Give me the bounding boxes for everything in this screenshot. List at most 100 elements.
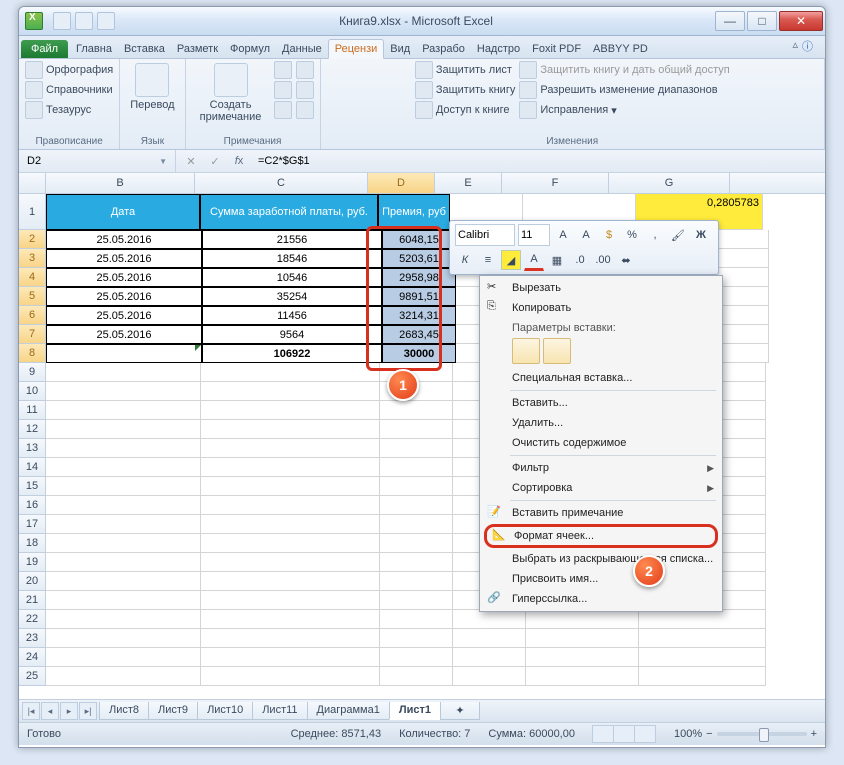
- ctx-copy[interactable]: ⎘Копировать: [482, 298, 720, 318]
- row-header-14[interactable]: 14: [19, 458, 46, 477]
- mini-comma-icon[interactable]: ,: [645, 225, 665, 245]
- tab-formulas[interactable]: Формул: [224, 40, 276, 58]
- cell-b4[interactable]: 25.05.2016: [46, 268, 202, 287]
- zoom-in-icon[interactable]: +: [811, 728, 817, 740]
- cell-b7[interactable]: 25.05.2016: [46, 325, 202, 344]
- row-header-12[interactable]: 12: [19, 420, 46, 439]
- cell-c7[interactable]: 9564: [202, 325, 382, 344]
- formula-input[interactable]: =C2*$G$1: [254, 155, 819, 167]
- qat-save-icon[interactable]: [53, 12, 71, 30]
- cell-c4[interactable]: 10546: [202, 268, 382, 287]
- mini-toolbar[interactable]: A A $ % , 🖌 Ж К ≡ ◢ A ▦ .0 .00 ⬌: [449, 220, 719, 275]
- fx-icon[interactable]: fx: [230, 153, 248, 169]
- ctx-define-name[interactable]: Присвоить имя...: [482, 569, 720, 589]
- ribbon-minimize-icon[interactable]: ▵: [792, 38, 798, 54]
- cell-d8[interactable]: 30000: [382, 344, 456, 363]
- tab-addins[interactable]: Надстро: [471, 40, 526, 58]
- view-layout-icon[interactable]: [613, 725, 635, 743]
- row-header-9[interactable]: 9: [19, 363, 46, 382]
- sheet-tab-Лист8[interactable]: Лист8: [99, 702, 149, 720]
- ctx-filter[interactable]: Фильтр▶: [482, 458, 720, 478]
- row-header-20[interactable]: 20: [19, 572, 46, 591]
- ctx-pick-dropdown[interactable]: Выбрать из раскрывающегося списка...: [482, 549, 720, 569]
- row-header-3[interactable]: 3: [19, 249, 46, 268]
- tab-data[interactable]: Данные: [276, 40, 328, 58]
- mini-inc-decimal-icon[interactable]: .0: [570, 250, 590, 270]
- name-box[interactable]: D2▼: [19, 150, 176, 172]
- tab-review[interactable]: Рецензи: [328, 39, 385, 59]
- row-header-10[interactable]: 10: [19, 382, 46, 401]
- view-normal-icon[interactable]: [592, 725, 614, 743]
- cell-b2[interactable]: 25.05.2016: [46, 230, 202, 249]
- sheet-tab-Диаграмма1[interactable]: Диаграмма1: [307, 702, 390, 720]
- mini-italic-icon[interactable]: К: [455, 250, 475, 270]
- mini-bold-icon[interactable]: Ж: [691, 225, 711, 245]
- mini-font-color-icon[interactable]: A: [524, 249, 544, 271]
- mini-currency-icon[interactable]: $: [599, 225, 619, 245]
- show-comment-icon[interactable]: [296, 61, 314, 79]
- row-header-25[interactable]: 25: [19, 667, 46, 686]
- row-header-18[interactable]: 18: [19, 534, 46, 553]
- row-header-17[interactable]: 17: [19, 515, 46, 534]
- ctx-sort[interactable]: Сортировка▶: [482, 478, 720, 498]
- row-header-22[interactable]: 22: [19, 610, 46, 629]
- zoom-out-icon[interactable]: −: [706, 728, 712, 740]
- cell-d5[interactable]: 9891,51: [382, 287, 456, 306]
- mini-merge-icon[interactable]: ⬌: [616, 250, 636, 270]
- tab-foxit[interactable]: Foxit PDF: [526, 40, 587, 58]
- row-header-5[interactable]: 5: [19, 287, 46, 306]
- row-header-4[interactable]: 4: [19, 268, 46, 287]
- ctx-delete[interactable]: Удалить...: [482, 413, 720, 433]
- ctx-format-cells[interactable]: 📐Формат ячеек...: [484, 524, 718, 548]
- qat-redo-icon[interactable]: [97, 12, 115, 30]
- row-header-1[interactable]: 1: [19, 194, 46, 230]
- row-header-11[interactable]: 11: [19, 401, 46, 420]
- mini-percent-icon[interactable]: %: [622, 225, 642, 245]
- row-header-19[interactable]: 19: [19, 553, 46, 572]
- new-comment-button[interactable]: Создать примечание: [192, 61, 270, 125]
- cell-b6[interactable]: 25.05.2016: [46, 306, 202, 325]
- row-header-8[interactable]: 8: [19, 344, 46, 363]
- cell-c5[interactable]: 35254: [202, 287, 382, 306]
- zoom-slider[interactable]: [717, 732, 807, 736]
- cell-d7[interactable]: 2683,45: [382, 325, 456, 344]
- tab-layout[interactable]: Разметк: [171, 40, 224, 58]
- row-header-24[interactable]: 24: [19, 648, 46, 667]
- col-header-F[interactable]: F: [502, 173, 609, 193]
- col-header-B[interactable]: B: [46, 173, 195, 193]
- paste-option-1[interactable]: [512, 338, 540, 364]
- sheet-nav-next[interactable]: ▸: [60, 702, 78, 720]
- sheet-tab-Лист9[interactable]: Лист9: [148, 702, 198, 720]
- help-icon[interactable]: ⓘ: [802, 38, 813, 54]
- col-header-C[interactable]: C: [195, 173, 368, 193]
- next-comment-icon[interactable]: [274, 101, 292, 119]
- select-all-corner[interactable]: [19, 173, 46, 193]
- tab-insert[interactable]: Вставка: [118, 40, 171, 58]
- tab-file[interactable]: Файл: [21, 40, 68, 58]
- sheet-tab-new[interactable]: ✦: [440, 702, 480, 720]
- show-ink-icon[interactable]: [296, 101, 314, 119]
- row-header-6[interactable]: 6: [19, 306, 46, 325]
- row-header-2[interactable]: 2: [19, 230, 46, 249]
- ctx-insert[interactable]: Вставить...: [482, 393, 720, 413]
- mini-fill-icon[interactable]: ◢: [501, 250, 521, 270]
- row-header-23[interactable]: 23: [19, 629, 46, 648]
- ctx-insert-comment[interactable]: 📝Вставить примечание: [482, 503, 720, 523]
- research-button[interactable]: Справочники: [25, 81, 113, 99]
- translate-button[interactable]: Перевод: [126, 61, 178, 113]
- sheet-nav-prev[interactable]: ◂: [41, 702, 59, 720]
- cell-d4[interactable]: 2958,98: [382, 268, 456, 287]
- mini-border-icon[interactable]: ▦: [547, 250, 567, 270]
- sheet-tab-Лист11[interactable]: Лист11: [252, 702, 307, 720]
- col-header-E[interactable]: E: [435, 173, 502, 193]
- tab-dev[interactable]: Разрабо: [416, 40, 471, 58]
- delete-comment-icon[interactable]: [274, 61, 292, 79]
- allow-ranges-button[interactable]: Разрешить изменение диапазонов: [519, 81, 729, 99]
- mini-shrink-font-icon[interactable]: A: [576, 225, 596, 245]
- cancel-formula-icon[interactable]: ✕: [182, 153, 200, 169]
- ctx-cut[interactable]: ✂Вырезать: [482, 278, 720, 298]
- col-header-D[interactable]: D: [368, 173, 435, 193]
- sheet-tab-Лист1[interactable]: Лист1: [389, 702, 441, 720]
- cell-b3[interactable]: 25.05.2016: [46, 249, 202, 268]
- row-header-21[interactable]: 21: [19, 591, 46, 610]
